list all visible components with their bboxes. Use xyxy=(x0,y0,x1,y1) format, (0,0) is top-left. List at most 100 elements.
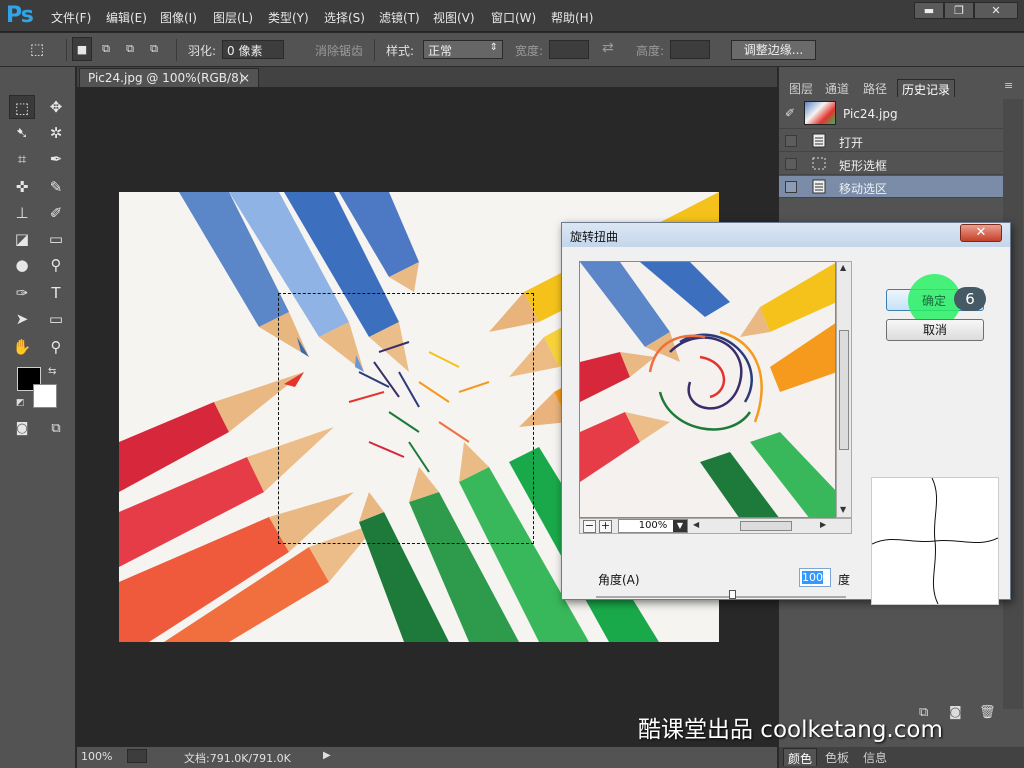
angle-slider-thumb[interactable] xyxy=(729,590,736,599)
cancel-button[interactable]: 取消 xyxy=(886,319,984,341)
history-item-label: 矩形选框 xyxy=(839,159,888,173)
dodge-tool-icon[interactable]: ⚲ xyxy=(43,253,69,277)
zoom-in-button[interactable]: + xyxy=(599,520,612,533)
share-icon[interactable] xyxy=(127,749,147,763)
document-tab[interactable]: Pic24.jpg @ 100%(RGB/8) * × xyxy=(79,68,259,99)
subtract-selection-icon[interactable]: ⧉ xyxy=(120,37,140,61)
filter-preview[interactable] xyxy=(579,261,836,518)
screen-mode-icon[interactable]: ⧉ xyxy=(43,417,69,441)
horizontal-scroll-thumb[interactable] xyxy=(740,521,792,531)
width-input[interactable] xyxy=(549,40,589,59)
add-selection-icon[interactable]: ⧉ xyxy=(96,37,116,61)
lasso-tool-icon[interactable]: ➷ xyxy=(9,121,35,145)
brush-tool-icon[interactable]: ✎ xyxy=(43,175,69,199)
snapshot-thumbnail xyxy=(804,101,836,125)
trash-icon[interactable]: 🗑 xyxy=(979,705,996,720)
move-tool-icon[interactable]: ✥ xyxy=(43,95,69,119)
menu-filter[interactable]: 滤镜(T) xyxy=(379,9,420,26)
menu-help[interactable]: 帮助(H) xyxy=(551,9,593,26)
minimize-button[interactable]: ▬ xyxy=(914,2,944,19)
eraser-tool-icon[interactable]: ◪ xyxy=(9,227,35,251)
background-color-swatch[interactable] xyxy=(33,384,57,408)
angle-slider-track[interactable] xyxy=(596,596,846,598)
tab-info[interactable]: 信息 xyxy=(859,748,891,766)
menu-select[interactable]: 选择(S) xyxy=(324,9,365,26)
path-selection-tool-icon[interactable]: ➤ xyxy=(9,307,35,331)
crop-tool-icon[interactable]: ⌗ xyxy=(9,147,35,171)
pen-tool-icon[interactable]: ✑ xyxy=(9,281,35,305)
history-brush-source-icon[interactable]: ✐ xyxy=(785,106,795,120)
preview-zoom-value: 100% xyxy=(638,520,668,531)
restore-button[interactable]: ❐ xyxy=(944,2,974,19)
zoom-tool-icon[interactable]: ⚲ xyxy=(43,335,69,359)
document-icon xyxy=(812,133,826,148)
dropdown-arrow-icon[interactable]: ▼ xyxy=(673,520,687,532)
quick-mask-icon[interactable]: ◙ xyxy=(9,417,35,441)
gradient-tool-icon[interactable]: ▭ xyxy=(43,227,69,251)
type-tool-icon[interactable]: T xyxy=(43,281,69,305)
style-select[interactable]: 正常 ⇕ xyxy=(423,40,503,59)
history-item-move-selection[interactable]: 移动选区 xyxy=(779,176,1003,198)
dialog-close-button[interactable]: ✕ xyxy=(960,224,1002,242)
style-select-value: 正常 xyxy=(428,44,453,58)
healing-brush-tool-icon[interactable]: ✜ xyxy=(9,175,35,199)
close-button[interactable]: ✕ xyxy=(974,2,1018,19)
default-colors-icon[interactable]: ◩ xyxy=(16,398,25,408)
scroll-up-arrow-icon[interactable]: ▲ xyxy=(840,263,846,272)
history-checkbox[interactable] xyxy=(785,158,797,170)
new-selection-icon[interactable]: ■ xyxy=(72,37,92,61)
angle-input[interactable]: 100 xyxy=(799,568,831,587)
menu-file[interactable]: 文件(F) xyxy=(51,9,91,26)
scroll-left-arrow-icon[interactable]: ◀ xyxy=(693,520,699,529)
menu-window[interactable]: 窗口(W) xyxy=(491,9,536,26)
scroll-right-arrow-icon[interactable]: ▶ xyxy=(820,520,826,529)
history-brush-tool-icon[interactable]: ✐ xyxy=(43,201,69,225)
history-item-rect-marquee[interactable]: 矩形选框 xyxy=(779,153,1003,175)
menu-edit[interactable]: 编辑(E) xyxy=(106,9,147,26)
menu-image[interactable]: 图像(I) xyxy=(160,9,197,26)
close-tab-icon[interactable]: × xyxy=(240,71,250,85)
tab-swatches[interactable]: 色板 xyxy=(821,748,853,766)
rectangular-marquee-tool-icon[interactable]: ⬚ xyxy=(9,95,35,119)
history-checkbox[interactable] xyxy=(785,181,797,193)
camera-icon[interactable]: ◙ xyxy=(949,705,962,720)
history-checkbox[interactable] xyxy=(785,135,797,147)
tab-paths[interactable]: 路径 xyxy=(859,79,891,97)
panel-menu-icon[interactable]: ≡ xyxy=(1004,79,1013,92)
zoom-out-button[interactable]: − xyxy=(583,520,596,533)
blur-tool-icon[interactable]: ● xyxy=(9,253,35,277)
tab-channels[interactable]: 通道 xyxy=(821,79,853,97)
twirl-curve-preview xyxy=(871,477,999,605)
status-menu-arrow-icon[interactable]: ▶ xyxy=(323,750,331,761)
menu-bar: Ps 文件(F) 编辑(E) 图像(I) 图层(L) 类型(Y) 选择(S) 滤… xyxy=(0,0,1024,32)
tab-layers[interactable]: 图层 xyxy=(785,79,817,97)
vertical-scroll-thumb[interactable] xyxy=(839,330,849,450)
eyedropper-tool-icon[interactable]: ✒ xyxy=(43,147,69,171)
history-snapshot-row[interactable]: ✐ Pic24.jpg xyxy=(779,99,1003,129)
ok-button-label[interactable]: 确定 xyxy=(922,292,946,309)
menu-layer[interactable]: 图层(L) xyxy=(213,9,253,26)
clone-stamp-tool-icon[interactable]: ⊥ xyxy=(9,201,35,225)
hand-tool-icon[interactable]: ✋ xyxy=(9,335,35,359)
rectangle-tool-icon[interactable]: ▭ xyxy=(43,307,69,331)
preview-vertical-scrollbar[interactable]: ▲ ▼ xyxy=(836,261,852,518)
marquee-tool-preset-icon[interactable]: ⬚ xyxy=(24,37,50,61)
intersect-selection-icon[interactable]: ⧉ xyxy=(144,37,164,61)
tab-color[interactable]: 颜色 xyxy=(783,748,818,766)
history-item-open[interactable]: 打开 xyxy=(779,130,1003,152)
feather-input[interactable]: 0 像素 xyxy=(222,40,284,59)
marquee-selection[interactable] xyxy=(278,293,534,544)
preview-zoom-select[interactable]: 100% ▼ xyxy=(618,519,688,533)
document-icon xyxy=(812,179,826,194)
dialog-title-bar[interactable]: 旋转扭曲 ✕ xyxy=(562,223,1010,247)
height-input[interactable] xyxy=(670,40,710,59)
menu-view[interactable]: 视图(V) xyxy=(433,9,475,26)
magic-wand-tool-icon[interactable]: ✲ xyxy=(43,121,69,145)
zoom-level[interactable]: 100% xyxy=(81,750,112,763)
scroll-down-arrow-icon[interactable]: ▼ xyxy=(840,505,846,514)
swap-colors-icon[interactable]: ⇆ xyxy=(48,366,56,377)
refine-edge-button[interactable]: 调整边缘... xyxy=(731,40,816,60)
menu-type[interactable]: 类型(Y) xyxy=(268,9,309,26)
swap-icon[interactable]: ⇄ xyxy=(602,40,614,56)
tab-history[interactable]: 历史记录 xyxy=(897,79,956,97)
